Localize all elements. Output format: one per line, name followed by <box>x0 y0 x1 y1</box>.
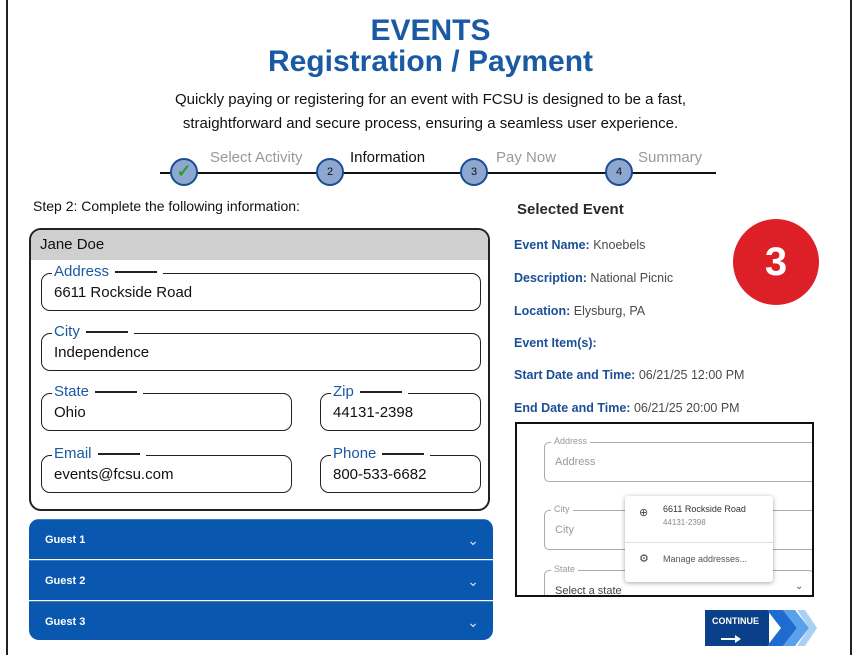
continue-arrows-icon <box>705 610 817 646</box>
chevron-down-icon: ⌄ <box>795 581 804 592</box>
chevron-down-icon: ⌄ <box>467 614 479 630</box>
email-value: events@fcsu.com <box>54 466 174 483</box>
address-label: Address <box>52 264 164 280</box>
guest-1-label: Guest 1 <box>45 534 86 546</box>
guest-3-header[interactable]: Guest 3 ⌄ <box>29 601 493 640</box>
page-title: EVENTS <box>370 14 491 47</box>
phone-label: Phone <box>331 446 431 462</box>
attendee-name: Jane Doe <box>31 230 488 260</box>
checkmark-icon: ✓ <box>176 161 192 181</box>
location-pin-icon: ⊕ <box>639 507 649 519</box>
zip-label: Zip <box>331 384 408 400</box>
email-field[interactable]: Email events@fcsu.com <box>41 446 292 493</box>
autofill-popup: ⊕ 6611 Rockside Road 44131-2398 ⚙ Manage… <box>625 496 773 582</box>
state-value: Ohio <box>54 404 86 421</box>
zip-value: 44131-2398 <box>333 404 414 421</box>
event-end-row: End Date and Time: 06/21/25 20:00 PM <box>514 401 740 415</box>
event-name-row: Event Name: Knoebels <box>514 238 646 252</box>
state-label: State <box>52 384 144 400</box>
step-1-label[interactable]: Select Activity <box>206 149 307 167</box>
step-2-label: Information <box>346 149 430 167</box>
city-field[interactable]: City Independence <box>41 324 481 371</box>
autofill-screenshot: Address Address City City State Select a… <box>515 422 814 597</box>
guests-accordion: Guest 1 ⌄ Guest 2 ⌄ Guest 3 ⌄ <box>29 519 493 640</box>
event-description-row: Description: National Picnic <box>514 271 674 285</box>
step-4-circle: 4 <box>605 158 633 186</box>
address-value: 6611 Rockside Road <box>54 284 193 301</box>
page-subtitle: Registration / Payment <box>267 45 594 78</box>
continue-button[interactable]: CONTINUE <box>705 608 817 648</box>
step-instruction: Step 2: Complete the following informati… <box>33 198 300 214</box>
guest-2-label: Guest 2 <box>45 575 86 587</box>
step-1-circle[interactable]: ✓ <box>170 158 198 186</box>
event-items-row: Event Item(s): <box>514 336 597 350</box>
step-2-circle: 2 <box>316 158 344 186</box>
city-value: Independence <box>54 344 150 361</box>
city-label: City <box>52 324 134 340</box>
chevron-down-icon: ⌄ <box>467 573 479 589</box>
selected-event-title: Selected Event <box>517 201 624 218</box>
state-field[interactable]: State Ohio <box>41 384 292 431</box>
chevron-down-icon: ⌄ <box>467 532 479 548</box>
continue-label: CONTINUE <box>712 616 759 626</box>
guest-1-header[interactable]: Guest 1 ⌄ <box>29 519 493 559</box>
guest-3-label: Guest 3 <box>45 616 86 628</box>
zip-field[interactable]: Zip 44131-2398 <box>320 384 481 431</box>
step-4-label: Summary <box>634 149 707 167</box>
event-location-row: Location: Elysburg, PA <box>514 304 646 318</box>
intro-text: Quickly paying or registering for an eve… <box>174 91 687 132</box>
address-field[interactable]: Address 6611 Rockside Road <box>41 264 481 311</box>
attendee-card: Jane Doe Address 6611 Rockside Road City… <box>29 228 490 511</box>
gear-icon: ⚙ <box>639 553 649 565</box>
step-3-label: Pay Now <box>492 149 561 167</box>
step-number-badge: 3 <box>733 219 819 305</box>
step-3-circle: 3 <box>460 158 488 186</box>
email-label: Email <box>52 446 146 462</box>
phone-field[interactable]: Phone 800-533-6682 <box>320 446 481 493</box>
mini-address-field: Address Address <box>544 436 812 482</box>
phone-value: 800-533-6682 <box>333 466 427 483</box>
event-start-row: Start Date and Time: 06/21/25 12:00 PM <box>514 368 745 382</box>
guest-2-header[interactable]: Guest 2 ⌄ <box>29 560 493 600</box>
